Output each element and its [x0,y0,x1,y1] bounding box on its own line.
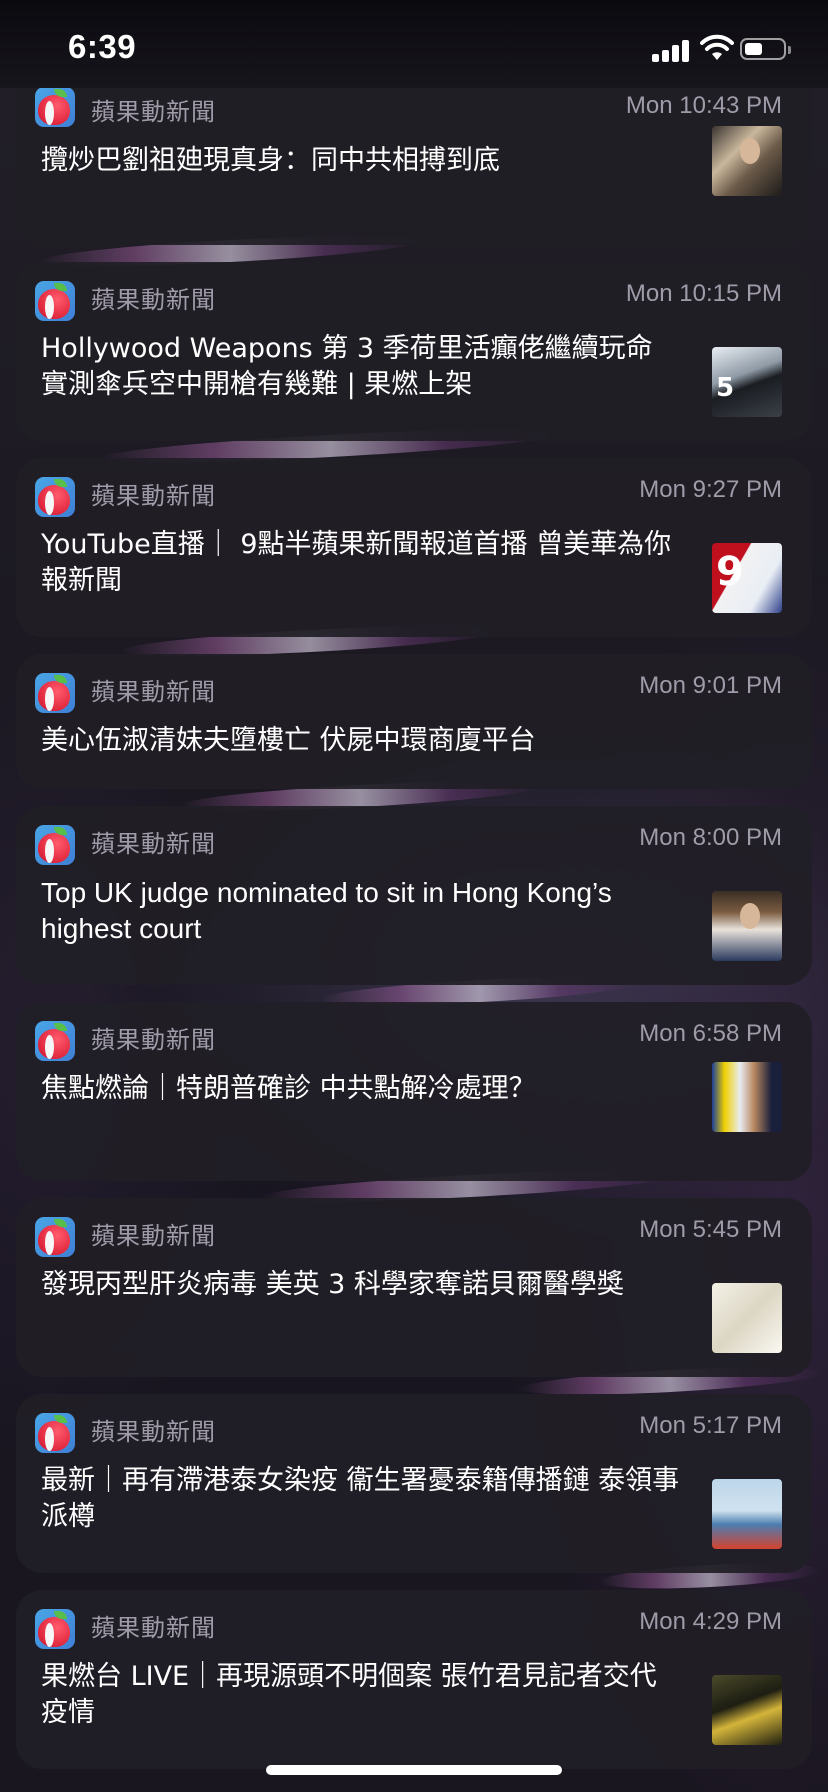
notification-time: Mon 9:01 PM [639,672,782,699]
app-name: 蘋果動新聞 [91,1614,216,1642]
app-name: 蘋果動新聞 [91,1418,216,1446]
notification-card[interactable]: 蘋果動新聞 Mon 4:29 PM 果燃台 LIVE｜再現源頭不明個案 張竹君見… [16,1590,812,1769]
apple-daily-app-icon [35,1217,75,1257]
apple-daily-app-icon [35,281,75,321]
notification-time: Mon 4:29 PM [639,1608,782,1635]
news-thumbnail [712,1283,782,1353]
news-thumbnail [712,1479,782,1549]
app-name: 蘋果動新聞 [91,678,216,706]
notification-headline: 焦點燃論｜特朗普確診 中共點解冷處理？ [41,1073,536,1104]
apple-daily-app-icon [35,1021,75,1061]
news-thumbnail [712,891,782,961]
notification-card[interactable]: 蘋果動新聞 Mon 8:00 PM Top UK judge nominated… [16,806,812,985]
app-name: 蘋果動新聞 [91,830,216,858]
news-thumbnail [712,126,782,196]
notification-headline: 攬炒巴劉祖廸現真身：同中共相搏到底 [41,145,500,176]
home-indicator[interactable] [266,1765,562,1775]
news-thumbnail [712,1675,782,1745]
notification-card[interactable]: 蘋果動新聞 Mon 9:01 PM 美心伍淑清妹夫墮樓亡 伏屍中環商廈平台 [16,654,812,789]
cellular-signal-icon [652,38,692,62]
notification-card[interactable]: 蘋果動新聞 Mon 9:27 PM YouTube直播｜ 9點半蘋果新聞報道首播… [16,458,812,637]
apple-daily-app-icon [35,477,75,517]
status-time: 6:39 [68,28,137,65]
app-name: 蘋果動新聞 [91,1026,216,1054]
notification-card[interactable]: 蘋果動新聞 Mon 5:17 PM 最新｜再有滯港泰女染疫 衞生署憂泰籍傳播鏈 … [16,1394,812,1573]
notification-time: Mon 10:15 PM [625,280,782,307]
wifi-icon [700,34,734,60]
apple-daily-app-icon [35,1413,75,1453]
battery-icon [740,38,791,60]
notification-time: Mon 10:43 PM [625,92,782,119]
news-thumbnail: 5 [712,347,782,417]
notification-headline: Top UK judge nominated to sit in Hong Ko… [41,877,612,944]
apple-daily-app-icon [35,673,75,713]
app-name: 蘋果動新聞 [91,482,216,510]
apple-daily-app-icon [35,1609,75,1649]
notification-card[interactable]: 蘋果動新聞 Mon 6:58 PM 焦點燃論｜特朗普確診 中共點解冷處理？ [16,1002,812,1181]
notification-card[interactable]: 蘋果動新聞 Mon 10:15 PM Hollywood Weapons 第 3… [16,262,812,441]
notification-card[interactable]: 蘋果動新聞 Mon 5:45 PM 發現丙型肝炎病毒 美英 3 科學家奪諾貝爾醫… [16,1198,812,1377]
app-name: 蘋果動新聞 [91,286,216,314]
notification-time: Mon 6:58 PM [639,1020,782,1047]
notification-time: Mon 9:27 PM [639,476,782,503]
app-name: 蘋果動新聞 [91,1222,216,1250]
app-name: 蘋果動新聞 [91,98,216,126]
apple-daily-app-icon [35,87,75,127]
notification-time: Mon 5:45 PM [639,1216,782,1243]
notification-time: Mon 5:17 PM [639,1412,782,1439]
news-thumbnail [712,1062,782,1132]
status-bar: 6:39 [0,0,828,88]
news-thumbnail: 9 [712,543,782,613]
notification-headline: 發現丙型肝炎病毒 美英 3 科學家奪諾貝爾醫學獎 [41,1269,624,1300]
notification-headline: 最新｜再有滯港泰女染疫 衞生署憂泰籍傳播鏈 泰領事派樽 [41,1465,680,1532]
notification-headline: Hollywood Weapons 第 3 季荷里活癲佬繼續玩命 實測傘兵空中開… [41,333,653,400]
notification-card[interactable]: 蘋果動新聞 Mon 10:43 PM 攬炒巴劉祖廸現真身：同中共相搏到底 [16,62,812,245]
notification-headline: 美心伍淑清妹夫墮樓亡 伏屍中環商廈平台 [41,725,536,756]
apple-daily-app-icon [35,825,75,865]
notification-time: Mon 8:00 PM [639,824,782,851]
notification-headline: 果燃台 LIVE｜再現源頭不明個案 張竹君見記者交代疫情 [41,1661,657,1728]
notification-headline: YouTube直播｜ 9點半蘋果新聞報道首播 曾美華為你報新聞 [41,529,672,596]
